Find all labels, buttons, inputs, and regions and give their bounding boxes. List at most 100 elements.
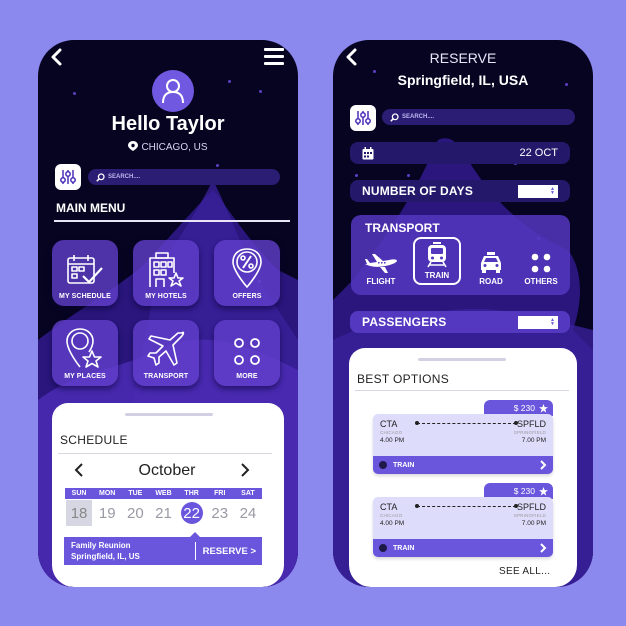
chevron-left-icon xyxy=(74,463,83,477)
ticket[interactable]: CTA CHICAGO 4.00 PM SPFLD SPRINGFIELD 7.… xyxy=(373,414,553,474)
weekday-label: FRI xyxy=(214,490,226,497)
from-city: CHICAGO xyxy=(380,430,403,435)
taxi-icon xyxy=(481,252,501,273)
drag-handle[interactable] xyxy=(125,413,213,416)
event-title: Family Reunion xyxy=(71,541,131,550)
star-icon[interactable] xyxy=(539,403,548,413)
date-picker[interactable]: 22 OCT xyxy=(350,142,570,164)
see-all-link[interactable]: SEE ALL... xyxy=(499,566,550,577)
price: $ 230 xyxy=(513,486,535,496)
transport-title: TRANSPORT xyxy=(365,221,440,235)
selected-date: 22 OCT xyxy=(519,147,558,159)
next-month-button[interactable] xyxy=(240,462,250,483)
dots-grid-icon xyxy=(531,253,551,273)
menu-tile-offers[interactable]: OFFERS xyxy=(214,240,280,306)
transport-panel: TRANSPORT FLIGHT TRAIN ROAD OTHERS xyxy=(351,215,570,295)
menu-tile-my-hotels[interactable]: MY HOTELS xyxy=(133,240,199,306)
to-code: SPFLD xyxy=(516,419,546,429)
user-location: CHICAGO, US xyxy=(38,141,298,153)
divider xyxy=(58,453,272,454)
passengers-row: PASSENGERS ▲ ▼ xyxy=(350,311,570,333)
back-button[interactable] xyxy=(48,46,66,68)
chevron-right-icon xyxy=(540,460,547,470)
filter-button[interactable] xyxy=(55,164,81,190)
divider xyxy=(355,390,569,391)
hamburger-menu-icon xyxy=(264,48,284,51)
tile-label: MY SCHEDULE xyxy=(59,293,111,300)
weekday-label: TUE xyxy=(128,490,143,497)
pin-star-icon xyxy=(66,328,102,368)
chevron-right-icon xyxy=(241,463,250,477)
event-details: Family Reunion Springfield, IL, US xyxy=(64,540,195,562)
filter-button[interactable] xyxy=(350,105,376,131)
tile-label: MY HOTELS xyxy=(145,293,187,300)
date-cell[interactable]: 21 xyxy=(150,500,176,526)
profile-screen: Hello Taylor CHICAGO, US SEARCH.... MAIN… xyxy=(38,40,298,587)
destination: Springfield, IL, USA xyxy=(397,72,529,88)
weekday-label: SUN xyxy=(71,490,87,497)
search-placeholder: SEARCH.... xyxy=(402,114,435,120)
option-card[interactable]: $ 230 CTA CHICAGO 4.00 PM SPFLD SPRINGFI… xyxy=(373,483,553,558)
to-city: SPRINGFIELD xyxy=(513,430,546,435)
ticket-mode: TRAIN xyxy=(393,461,415,469)
mode-label: FLIGHT xyxy=(366,277,396,286)
arrival: SPFLD SPRINGFIELD 7.00 PM xyxy=(514,502,546,527)
search-input[interactable]: SEARCH.... xyxy=(382,109,575,125)
tile-label: MORE xyxy=(236,373,258,380)
date-cell[interactable]: 20 xyxy=(122,500,148,526)
ticket-mode-bar[interactable]: TRAIN xyxy=(373,456,553,474)
date-cell-selected[interactable]: 22 xyxy=(180,502,203,524)
menu-tile-my-places[interactable]: MY PLACES xyxy=(52,320,118,386)
passengers-stepper[interactable]: ▲ ▼ xyxy=(518,315,558,329)
menu-button[interactable] xyxy=(264,48,284,66)
depart-time: 4.00 PM xyxy=(380,437,405,444)
arrive-time: 7.00 PM xyxy=(521,520,546,527)
number-of-days-stepper[interactable]: ▲ ▼ xyxy=(518,184,558,198)
weekday-header: SUN MON TUE WEB THR FRI SAT xyxy=(65,488,262,499)
depart-time: 4.00 PM xyxy=(380,520,405,527)
schedule-title: SCHEDULE xyxy=(60,433,128,447)
transport-mode-road[interactable]: ROAD xyxy=(467,241,515,289)
transport-mode-flight[interactable]: FLIGHT xyxy=(357,241,405,289)
menu-tile-transport[interactable]: TRANSPORT xyxy=(133,320,199,386)
ticket-mode-bar[interactable]: TRAIN xyxy=(373,539,553,557)
calendar-icon xyxy=(362,146,374,159)
transport-mode-others[interactable]: OTHERS xyxy=(517,241,565,289)
train-icon xyxy=(427,242,447,268)
search-input[interactable]: SEARCH.... xyxy=(88,169,280,185)
price: $ 230 xyxy=(513,403,535,413)
date-cell-today[interactable]: 18 xyxy=(66,500,93,526)
number-of-days-label: NUMBER OF DAYS xyxy=(362,184,474,198)
menu-tile-my-schedule[interactable]: MY SCHEDULE xyxy=(52,240,118,306)
hamburger-line xyxy=(264,55,284,58)
date-cell[interactable]: 23 xyxy=(207,500,233,526)
date-cell[interactable]: 24 xyxy=(235,500,261,526)
date-cell[interactable]: 19 xyxy=(94,500,120,526)
schedule-panel: SCHEDULE October SUN MON TUE WEB THR FRI… xyxy=(52,403,284,587)
arrow-down-icon: ▼ xyxy=(550,321,555,327)
menu-tile-more[interactable]: MORE xyxy=(214,320,280,386)
tile-label: OFFERS xyxy=(232,293,262,300)
reserve-button[interactable]: RESERVE > xyxy=(196,546,262,557)
to-city: SPRINGFIELD xyxy=(513,513,546,518)
transport-mode-train[interactable]: TRAIN xyxy=(413,237,461,285)
drag-handle[interactable] xyxy=(418,358,506,361)
ticket[interactable]: CTA CHICAGO 4.00 PM SPFLD SPRINGFIELD 7.… xyxy=(373,497,553,557)
star-dot xyxy=(216,164,219,167)
option-card[interactable]: $ 230 CTA CHICAGO 4.00 PM SPFLD SPRINGFI… xyxy=(373,400,553,475)
arrive-time: 7.00 PM xyxy=(521,437,546,444)
month-label: October xyxy=(138,462,196,479)
star-dot xyxy=(407,174,410,177)
chevron-right-icon xyxy=(540,543,547,553)
airplane-icon xyxy=(147,331,185,366)
avatar[interactable] xyxy=(152,70,194,112)
weekday-label: WEB xyxy=(155,490,172,497)
from-code: CTA xyxy=(380,502,398,512)
weekday-label: THR xyxy=(184,490,199,497)
star-icon[interactable] xyxy=(539,486,548,496)
prev-month-button[interactable] xyxy=(74,462,84,483)
reserve-screen: RESERVE Springfield, IL, USA SEARCH.... … xyxy=(333,40,593,587)
best-options-panel: BEST OPTIONS $ 230 CTA CHICAGO 4.00 PM S… xyxy=(349,348,577,587)
star-dot xyxy=(355,174,358,177)
ticket-mode: TRAIN xyxy=(393,544,415,552)
